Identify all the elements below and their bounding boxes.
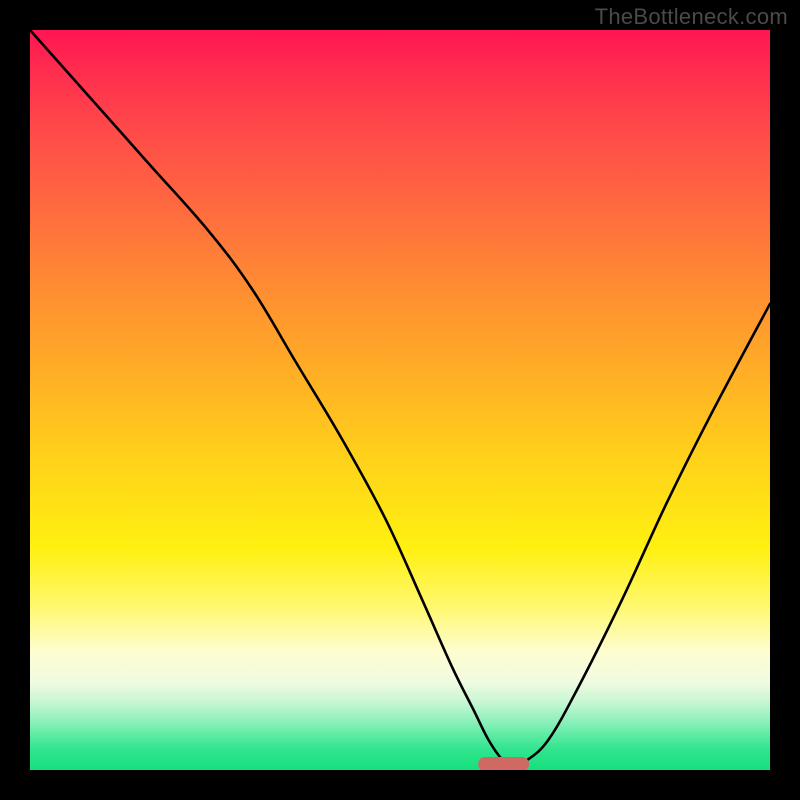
watermark-text: TheBottleneck.com xyxy=(595,4,788,30)
curve-layer xyxy=(30,30,770,770)
bottleneck-curve xyxy=(30,30,770,766)
plot-area xyxy=(30,30,770,770)
chart-frame: TheBottleneck.com xyxy=(0,0,800,800)
optimum-marker xyxy=(478,757,530,770)
